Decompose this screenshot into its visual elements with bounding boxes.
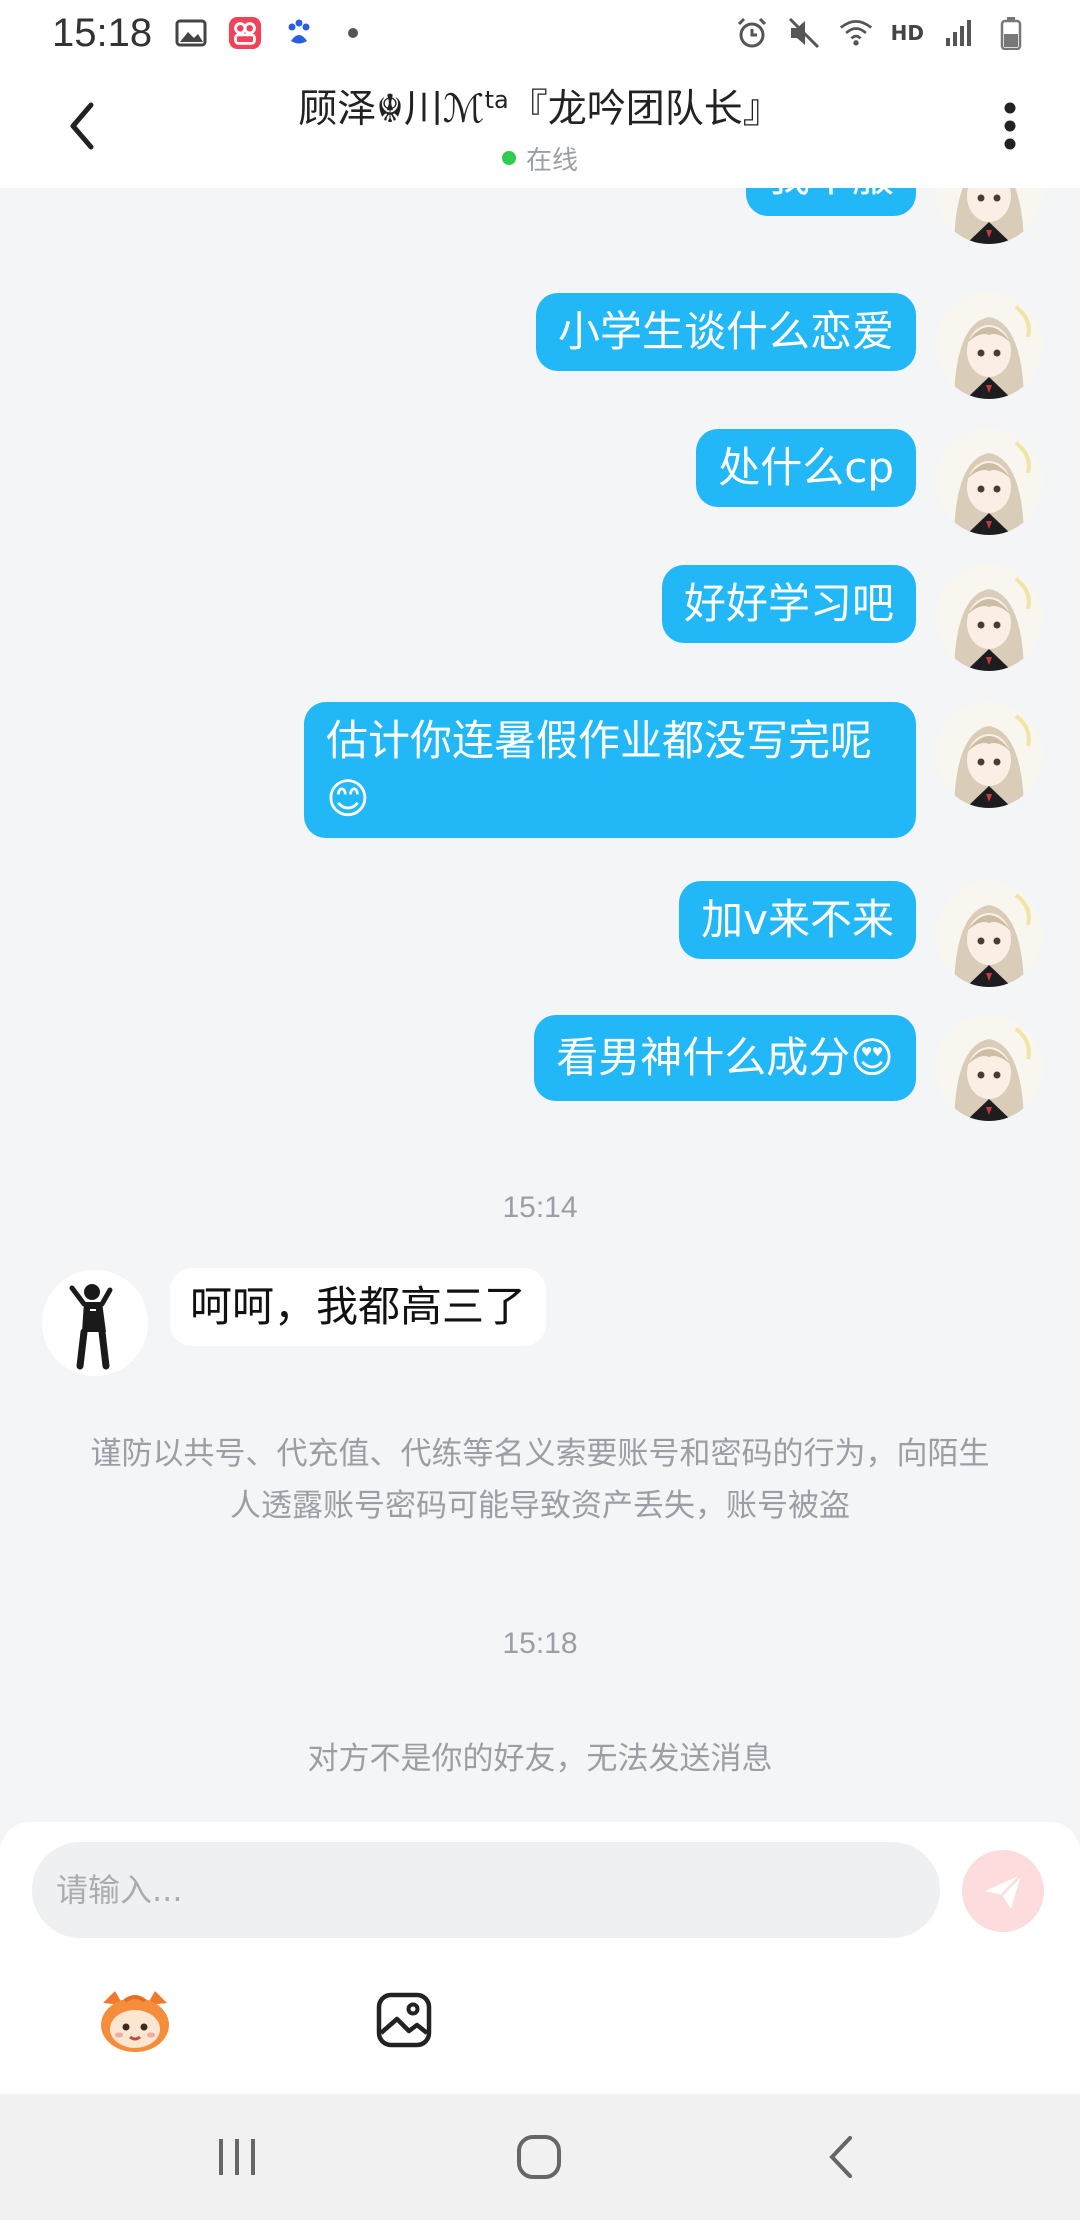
message-composer bbox=[0, 1822, 1080, 2094]
chat-title: 顾泽☬川ℳta『龙吟团队长』 bbox=[298, 85, 782, 132]
baidu-paw-icon bbox=[282, 16, 316, 50]
back-arrow-icon bbox=[829, 2136, 852, 2178]
my-avatar[interactable] bbox=[936, 702, 1042, 808]
online-status: 在线 bbox=[298, 140, 782, 177]
chat-header: 顾泽☬川ℳta『龙吟团队长』 在线 bbox=[0, 66, 1080, 188]
image-button[interactable] bbox=[364, 1980, 444, 2060]
mute-icon bbox=[787, 16, 821, 50]
my-avatar[interactable] bbox=[936, 188, 1042, 244]
home-icon bbox=[517, 2135, 561, 2179]
recent-apps-icon bbox=[219, 2139, 255, 2175]
message-row: 处什么cp bbox=[696, 429, 1042, 535]
message-row: 估计你连暑假作业都没写完呢 😊 bbox=[304, 702, 1042, 838]
my-avatar[interactable] bbox=[936, 1015, 1042, 1121]
my-message-bubble[interactable]: 看男神什么成分😍 bbox=[534, 1015, 916, 1101]
image-icon bbox=[376, 1992, 432, 2048]
more-options-button[interactable] bbox=[980, 96, 1040, 156]
message-row: 加v来不来 bbox=[679, 881, 1042, 987]
message-timestamp: 15:14 bbox=[502, 1191, 578, 1224]
system-back-button[interactable] bbox=[806, 2122, 876, 2192]
not-friend-notice: 对方不是你的好友，无法发送消息 bbox=[307, 1741, 773, 1777]
battery-icon bbox=[994, 16, 1028, 50]
message-list[interactable]: 我不服 小学生谈什么恋爱 处什么cp 好好学习吧 估计你连暑假作业都没写完呢😊 … bbox=[0, 188, 1080, 1823]
message-row: 我不服 bbox=[745, 188, 1042, 244]
message-input[interactable] bbox=[32, 1842, 940, 1938]
wifi-icon bbox=[839, 16, 873, 50]
my-avatar[interactable] bbox=[936, 429, 1042, 535]
dot-icon bbox=[336, 16, 370, 50]
my-message-bubble[interactable]: 处什么cp bbox=[696, 429, 916, 507]
gallery-icon bbox=[174, 16, 208, 50]
alarm-icon bbox=[735, 16, 769, 50]
message-timestamp: 15:18 bbox=[502, 1627, 578, 1660]
system-nav-bar bbox=[0, 2094, 1080, 2220]
message-row: 看男神什么成分😍 bbox=[534, 1015, 1042, 1121]
more-vertical-icon bbox=[1004, 102, 1016, 150]
status-bar: 15:18 HD bbox=[0, 0, 1080, 66]
my-message-bubble[interactable]: 估计你连暑假作业都没写完呢 😊 bbox=[304, 702, 916, 838]
message-row: 好好学习吧 bbox=[661, 565, 1042, 671]
signal-icon bbox=[942, 16, 976, 50]
back-button[interactable] bbox=[52, 96, 112, 156]
online-dot-icon bbox=[501, 151, 516, 165]
sticker-button[interactable] bbox=[95, 1980, 175, 2060]
recent-apps-button[interactable] bbox=[202, 2122, 272, 2192]
message-row: 小学生谈什么恋爱 bbox=[535, 293, 1042, 399]
my-avatar[interactable] bbox=[936, 565, 1042, 671]
hd-icon: HD bbox=[890, 21, 924, 45]
chevron-left-icon bbox=[70, 102, 94, 150]
message-row: 呵呵，我都高三了 bbox=[42, 1268, 547, 1376]
home-button[interactable] bbox=[504, 2122, 574, 2192]
my-message-bubble[interactable]: 加v来不来 bbox=[679, 881, 916, 959]
my-message-bubble[interactable]: 好好学习吧 bbox=[661, 565, 916, 643]
my-message-bubble[interactable]: 小学生谈什么恋爱 bbox=[535, 293, 916, 371]
status-time: 15:18 bbox=[52, 10, 153, 55]
contact-avatar[interactable] bbox=[42, 1270, 148, 1376]
send-icon bbox=[985, 1874, 1022, 1909]
app-icon bbox=[228, 16, 262, 50]
my-avatar[interactable] bbox=[936, 881, 1042, 987]
mascot-sticker-icon bbox=[101, 1991, 169, 2052]
my-message-bubble[interactable]: 我不服 bbox=[745, 188, 916, 216]
contact-message-bubble[interactable]: 呵呵，我都高三了 bbox=[170, 1268, 547, 1346]
smile-emoji: 😊 bbox=[326, 774, 370, 823]
my-avatar[interactable] bbox=[936, 293, 1042, 399]
send-button[interactable] bbox=[962, 1850, 1044, 1932]
heart-eyes-emoji: 😍 bbox=[850, 1033, 894, 1082]
security-notice: 谨防以共号、代充值、代练等名义索要账号和密码的行为，向陌生人透露账号密码可能导致… bbox=[90, 1436, 990, 1524]
